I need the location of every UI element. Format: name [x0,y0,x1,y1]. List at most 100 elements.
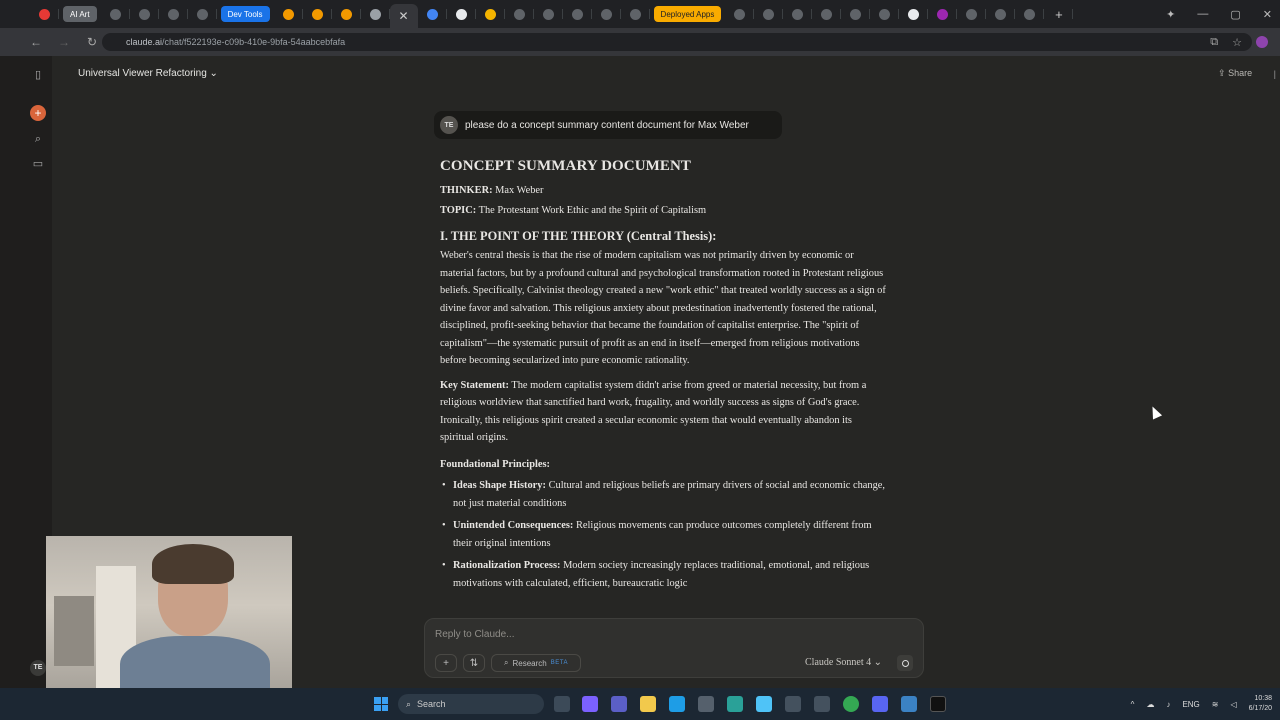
reply-composer[interactable]: Reply to Claude... + ⇅ ⌕ Research BETA Cla… [424,618,924,678]
tab-favicon[interactable] [870,0,900,28]
tab-favicon[interactable] [1015,0,1045,28]
tab-group-deployed-apps[interactable]: Deployed Apps [653,6,722,22]
voice-icon [901,659,909,667]
forward-icon[interactable]: → [52,35,76,49]
tab-favicon[interactable] [361,0,390,28]
chrome-icon[interactable] [843,696,859,712]
tab-favicon[interactable] [332,0,361,28]
chevron-up-icon[interactable]: ^ [1131,700,1135,709]
volume-icon[interactable]: ◁ [1230,700,1236,709]
tab-favicon[interactable] [928,0,958,28]
tab-favicon[interactable] [899,0,929,28]
tab-favicon[interactable] [986,0,1016,28]
user-message-text: please do a concept summary content docu… [465,119,749,131]
sparkle-icon[interactable]: ✦ [1166,8,1175,21]
tab-group-ai-art[interactable]: AI Art [63,6,97,22]
beta-badge: BETA [550,660,568,666]
tab-favicon[interactable] [274,0,303,28]
minimize-icon[interactable]: — [1197,8,1208,20]
install-app-icon[interactable]: ⧉ [1210,36,1218,49]
app-icon[interactable] [756,696,772,712]
tab-favicon[interactable] [812,0,842,28]
search-icon[interactable]: ⌕ [31,133,45,147]
wifi-icon[interactable]: ≋ [1212,700,1219,709]
terminal-icon[interactable] [930,696,946,712]
task-view-icon[interactable] [554,696,570,712]
discord-icon[interactable] [872,696,888,712]
tab-favicon[interactable] [159,0,188,28]
sidebar-toggle-icon[interactable]: ▯ [31,68,45,82]
copilot-icon[interactable] [582,696,598,712]
thinker-value: Max Weber [495,185,544,196]
tab-favicon[interactable] [563,0,592,28]
taskbar-search[interactable]: ⌕ Search [398,694,544,714]
windows-start-icon[interactable] [374,697,388,711]
tab-favicon[interactable] [621,0,650,28]
github-icon[interactable] [447,0,476,28]
tab-favicon[interactable] [841,0,871,28]
file-explorer-icon[interactable] [640,696,656,712]
list-item: Unintended Consequences: Religious movem… [440,517,888,552]
window-controls: ✦ — ▢ ✕ [1166,0,1272,28]
profile-avatar[interactable] [1256,36,1268,48]
app-icon[interactable] [814,696,830,712]
panel-toggle-icon[interactable]: | [1274,69,1276,79]
url-field[interactable]: claude.ai/chat/f522193e-c09b-410e-9bfa-5… [102,33,1252,51]
tab-favicon[interactable] [754,0,784,28]
user-message-avatar: TE [440,116,458,134]
list-item: Rationalization Process: Modern society … [440,557,888,592]
back-icon[interactable]: ← [24,35,48,49]
tab-favicon[interactable] [957,0,987,28]
maximize-icon[interactable]: ▢ [1230,8,1240,21]
thinker-line: THINKER: Max Weber [440,182,888,200]
tab-group-dev-tools[interactable]: Dev Tools [220,6,270,22]
projects-icon[interactable]: ▭ [31,157,45,171]
research-label: Research [512,658,547,668]
microphone-icon[interactable]: ♪ [1166,700,1170,709]
reload-icon[interactable]: ↻ [80,35,104,49]
tab-favicon[interactable] [418,0,447,28]
tab-favicon[interactable] [30,0,59,28]
new-chat-button[interactable]: + [30,105,46,121]
clock-date: 6/17/20 [1248,705,1272,712]
onedrive-icon[interactable]: ☁ [1146,700,1154,709]
tools-icon[interactable]: ⇅ [463,654,485,672]
tab-favicon[interactable] [303,0,332,28]
section-heading: I. THE POINT OF THE THEORY (Central Thes… [440,229,717,243]
topic-label: TOPIC: [440,204,477,216]
active-tab-close-icon[interactable]: ✕ [389,4,418,28]
close-window-icon[interactable]: ✕ [1263,8,1272,21]
user-avatar[interactable]: TE [30,660,46,676]
model-selector[interactable]: Claude Sonnet 4 ⌄ [805,657,882,668]
tab-favicon[interactable] [188,0,217,28]
research-button[interactable]: ⌕ Research BETA [491,654,581,672]
tab-favicon[interactable] [725,0,755,28]
tab-favicon[interactable] [130,0,159,28]
tab-favicon[interactable] [592,0,621,28]
add-attachment-icon[interactable]: + [435,654,457,672]
principle-label: Unintended Consequences: [453,520,574,531]
notepad-icon[interactable] [901,696,917,712]
chevron-down-icon: ⌄ [209,68,218,79]
new-tab-icon[interactable]: + [1044,0,1074,28]
bookmark-star-icon[interactable]: ☆ [1232,36,1242,49]
model-label: Claude Sonnet 4 [805,657,872,668]
app-icon[interactable] [727,696,743,712]
principles-list: Ideas Shape History: Cultural and religi… [440,477,888,592]
chat-title: Universal Viewer Refactoring [78,68,207,79]
reply-input-placeholder[interactable]: Reply to Claude... [435,629,515,640]
share-button[interactable]: ⇪ Share [1218,68,1252,79]
app-icon[interactable] [785,696,801,712]
tab-favicon[interactable] [476,0,505,28]
language-indicator[interactable]: ENG [1182,700,1199,709]
edge-icon[interactable] [669,696,685,712]
teams-icon[interactable] [611,696,627,712]
clock[interactable]: 10:38 6/17/20 [1249,694,1272,714]
store-icon[interactable] [698,696,714,712]
tab-favicon[interactable] [101,0,130,28]
tab-favicon[interactable] [505,0,534,28]
chat-title-dropdown[interactable]: Universal Viewer Refactoring ⌄ [78,68,218,79]
tab-favicon[interactable] [783,0,813,28]
voice-mode-button[interactable] [897,655,913,671]
tab-favicon[interactable] [534,0,563,28]
